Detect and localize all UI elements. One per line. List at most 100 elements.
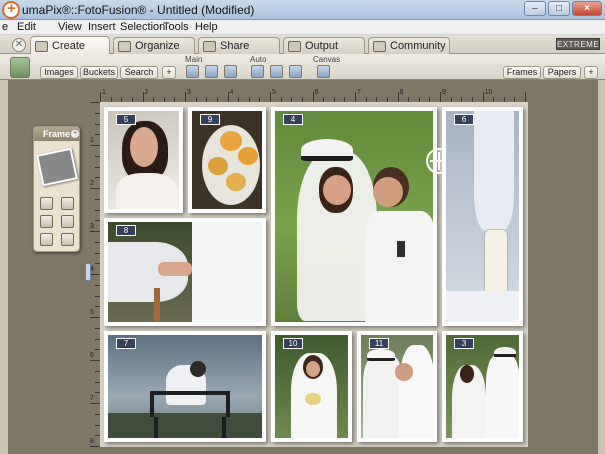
ruler-number: 6 (90, 352, 94, 359)
tab-label: Organize (135, 40, 180, 52)
ruler-tick (90, 274, 100, 275)
photo-frame[interactable]: 5 (104, 107, 183, 213)
collage-page[interactable]: 5 9 4 6 8 7 10 11 3 (100, 102, 528, 447)
photo-frame[interactable]: 3 (442, 331, 523, 442)
photo-frame[interactable]: 9 (188, 107, 266, 213)
menu-view[interactable]: View (58, 21, 82, 33)
tab-label: Share (220, 40, 250, 52)
create-icon (35, 40, 48, 52)
tab-organize[interactable]: Organize (113, 37, 195, 54)
add-source-button[interactable]: + (162, 66, 176, 79)
side-drag-handle[interactable] (85, 263, 91, 281)
ruler-number: 8 (90, 438, 94, 445)
images-button[interactable]: Images (40, 66, 78, 79)
photo-frame[interactable]: 11 (357, 331, 437, 442)
photo-frame[interactable]: 7 (104, 331, 266, 442)
photo-number-badge: 10 (283, 338, 303, 349)
auto-tool-3-icon[interactable] (289, 65, 302, 78)
main-tool-1-icon[interactable] (186, 65, 199, 78)
tools-icon[interactable] (61, 215, 74, 228)
photo-frame[interactable]: 8 (104, 218, 266, 326)
minimize-button[interactable]: – (524, 1, 546, 16)
canvas-tool-icon[interactable] (317, 65, 330, 78)
ruler-tick (397, 92, 399, 102)
ruler-number: 10 (484, 89, 493, 96)
ruler-number: 2 (90, 180, 94, 187)
photo-number-badge: 5 (116, 114, 136, 125)
app-logo-icon[interactable] (2, 0, 20, 19)
ruler-number: 4 (229, 89, 234, 96)
frame-panel-expand-icon[interactable]: + (71, 130, 79, 138)
ruler-number: 9 (442, 89, 446, 96)
ruler-tick (227, 92, 229, 102)
ruler-number: 3 (187, 89, 191, 96)
tab-label: Output (305, 40, 339, 52)
main-tool-3-icon[interactable] (224, 65, 237, 78)
text-icon[interactable] (40, 233, 53, 246)
tab-community[interactable]: Community (368, 37, 450, 54)
ruler-number: 1 (90, 137, 94, 144)
ruler-tick (355, 92, 356, 102)
frame-style-icon[interactable] (40, 197, 53, 210)
output-icon (288, 40, 301, 52)
auto-tool-2-icon[interactable] (270, 65, 283, 78)
photo-number-badge: 6 (454, 114, 474, 125)
ruler-tick (90, 188, 100, 189)
ruler-tick (142, 92, 144, 102)
photo-number-badge: 7 (116, 338, 136, 349)
tab-label: Create (52, 40, 86, 52)
main-tool-2-icon[interactable] (205, 65, 218, 78)
share-icon (203, 40, 216, 52)
ruler-tick (90, 102, 100, 103)
menu-tools[interactable]: Tools (163, 21, 189, 33)
menu-help[interactable]: Help (195, 21, 218, 33)
auto-group-label: Auto (250, 55, 267, 64)
left-gutter (0, 80, 8, 454)
toolbar: Images Buckets Search + Main Auto Canvas… (0, 54, 605, 80)
photo-frame[interactable]: 4 (271, 107, 437, 326)
rotate-icon[interactable] (61, 197, 74, 210)
ruler-tick (525, 92, 526, 102)
photo-frame[interactable]: 10 (271, 331, 352, 442)
tab-create[interactable]: Create (30, 36, 110, 55)
ruler-tick (90, 446, 100, 447)
ruler-tick (482, 92, 484, 102)
search-button[interactable]: Search (120, 66, 158, 79)
image-edit-icon[interactable] (40, 215, 53, 228)
ruler-tick (90, 403, 100, 404)
mode-tab-bar: ✕ Create Organize Share Output Community (0, 35, 605, 55)
ruler-number: 7 (90, 395, 94, 402)
close-button[interactable]: × (572, 1, 602, 16)
ruler-tick (90, 360, 100, 361)
auto-tool-1-icon[interactable] (251, 65, 264, 78)
ruler-number: 2 (144, 89, 149, 96)
settings-icon[interactable] (61, 233, 74, 246)
buckets-button[interactable]: Buckets (80, 66, 118, 79)
tab-share[interactable]: Share (198, 37, 280, 54)
ruler-tick (185, 92, 186, 102)
ruler-number: 5 (272, 89, 276, 96)
menu-edit[interactable]: Edit (17, 21, 36, 33)
menu-selection[interactable]: Selection (120, 21, 165, 33)
papers-button[interactable]: Papers (543, 66, 581, 79)
add-style-button[interactable]: + (584, 66, 598, 79)
menu-insert[interactable]: Insert (88, 21, 116, 33)
photo-number-badge: 8 (116, 225, 136, 236)
fotofusion-logo-icon (10, 57, 30, 78)
ruler-number: 7 (357, 89, 361, 96)
photo-frame[interactable]: 6 (442, 107, 523, 326)
ruler-number: 1 (102, 89, 106, 96)
photo-number-badge: 11 (369, 338, 389, 349)
horizontal-ruler: 1 2 3 4 5 6 7 8 9 10 (90, 89, 530, 102)
close-panel-icon[interactable]: ✕ (12, 38, 26, 52)
canvas-group-label: Canvas (313, 55, 341, 64)
tab-output[interactable]: Output (283, 37, 365, 54)
ruler-tick (90, 317, 100, 318)
maximize-button[interactable]: □ (548, 1, 570, 16)
window-title: umaPix®::FotoFusion® - Untitled (Modifie… (22, 3, 255, 17)
photo-number-badge: 9 (200, 114, 220, 125)
frames-button[interactable]: Frames (503, 66, 541, 79)
menu-file[interactable]: e (2, 21, 8, 33)
tab-label: Community (390, 40, 446, 52)
frame-preview[interactable] (36, 147, 78, 187)
